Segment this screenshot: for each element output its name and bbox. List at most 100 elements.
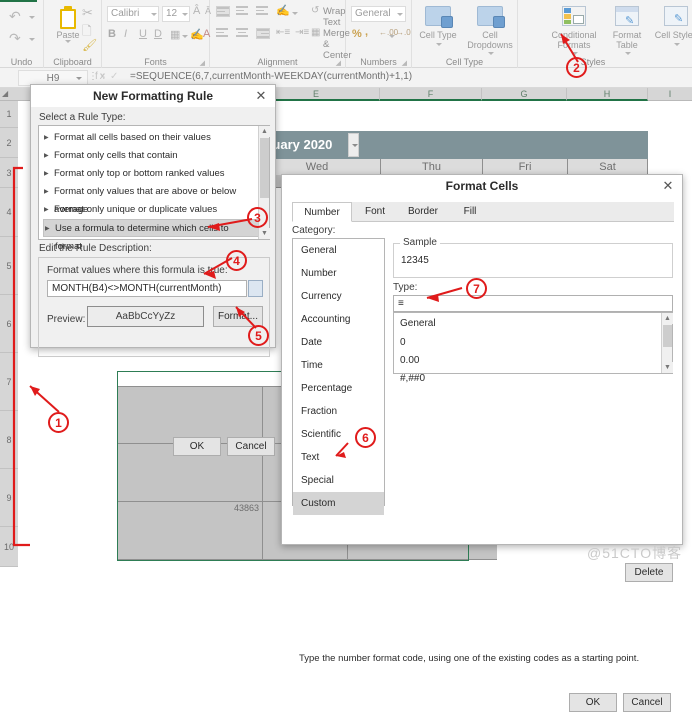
category-option-accounting[interactable]: Accounting	[293, 308, 384, 331]
cell-dropdowns-label-2[interactable]: Dropdowns	[464, 40, 516, 50]
align-right-icon[interactable]	[256, 28, 270, 39]
conditional-formats-dropdown-icon[interactable]	[572, 52, 578, 55]
scroll-thumb[interactable]	[260, 138, 269, 198]
fill-color-icon[interactable]: ✍	[190, 28, 204, 41]
paste-dropdown-icon[interactable]	[65, 40, 71, 43]
undo-icon[interactable]: ↶	[9, 8, 21, 25]
category-list[interactable]: General Number Currency Accounting Date …	[292, 238, 385, 515]
scroll-up-icon[interactable]: ▲	[662, 313, 673, 324]
calendar-month-dropdown-icon[interactable]	[348, 133, 359, 157]
format-table-dropdown-icon[interactable]	[625, 52, 631, 55]
percent-style-button[interactable]: %	[352, 28, 362, 40]
rule-type-option-1[interactable]: Format only cells that contain	[43, 147, 259, 165]
formula-input[interactable]: MONTH(B4)<>MONTH(currentMonth)	[47, 280, 247, 297]
merge-center-icon[interactable]: ▦	[311, 27, 320, 38]
category-option-special[interactable]: Special	[293, 469, 384, 492]
undo-dropdown-icon[interactable]	[29, 16, 35, 19]
tab-fill[interactable]: Fill	[448, 202, 492, 222]
rule-type-option-2[interactable]: Format only top or bottom ranked values	[43, 165, 259, 183]
scroll-down-icon[interactable]: ▼	[259, 228, 270, 239]
row-header-9[interactable]: 9	[0, 469, 18, 527]
category-option-fraction[interactable]: Fraction	[293, 400, 384, 423]
font-size-dropdown-icon[interactable]	[182, 13, 188, 16]
align-middle-icon[interactable]	[236, 6, 250, 17]
cell-styles-dropdown-icon[interactable]	[674, 43, 680, 46]
font-name-dropdown-icon[interactable]	[151, 13, 157, 16]
category-option-number[interactable]: Number	[293, 262, 384, 285]
rule-type-option-5[interactable]: Use a formula to determine which cells t…	[43, 219, 259, 252]
row-header-7[interactable]: 7	[0, 353, 18, 411]
format-table-label-1[interactable]: Format	[601, 30, 653, 40]
rule-type-option-0[interactable]: Format all cells based on their values	[43, 129, 259, 147]
conditional-formats-label-2[interactable]: Formats	[546, 40, 602, 50]
cancel-button[interactable]: Cancel	[227, 437, 275, 456]
select-all-icon[interactable]: ◢	[2, 89, 8, 98]
confirm-formula-icon[interactable]: ✓	[110, 71, 118, 82]
cell-dropdowns-label-1[interactable]: Cell	[464, 30, 516, 40]
cell-type-dropdown-icon[interactable]	[436, 43, 442, 46]
rule-type-option-4[interactable]: Format only unique or duplicate values	[43, 201, 259, 219]
type-list[interactable]: General 0 0.00 #,##0 ▲ ▼	[393, 312, 673, 384]
format-table-icon[interactable]: ✎	[615, 6, 639, 27]
type-option-thousands[interactable]: #,##0	[400, 373, 425, 384]
calendar-body-cell[interactable]: 43863	[118, 502, 263, 560]
align-left-icon[interactable]	[216, 28, 230, 39]
row-header-8[interactable]: 8	[0, 411, 18, 469]
cut-scissors-icon[interactable]: ✂	[82, 5, 93, 21]
conditional-formats-label-1[interactable]: Conditional	[546, 30, 602, 40]
align-top-icon[interactable]	[216, 6, 230, 17]
cell-dropdowns-icon[interactable]	[477, 6, 505, 28]
category-option-time[interactable]: Time	[293, 354, 384, 377]
decrease-decimal-icon[interactable]: →.0	[396, 28, 411, 37]
insert-function-icon[interactable]: fx	[95, 71, 107, 82]
cell-styles-label[interactable]: Cell Styles	[650, 30, 692, 40]
column-header-F[interactable]: F	[380, 88, 482, 101]
cancel-button[interactable]: Cancel	[623, 693, 671, 712]
orientation-icon[interactable]: ✍	[276, 4, 290, 17]
double-underline-button[interactable]: D	[154, 28, 162, 40]
increase-indent-icon[interactable]: ⇥≡	[295, 27, 309, 38]
increase-font-size-icon[interactable]: Â	[193, 5, 200, 17]
orientation-dropdown-icon[interactable]	[292, 12, 298, 15]
row-header-4[interactable]: 4	[0, 188, 18, 237]
bold-button[interactable]: B	[108, 28, 116, 40]
row-header-3[interactable]: 3	[0, 158, 18, 188]
paste-icon[interactable]	[58, 6, 78, 30]
comma-style-button[interactable]: ,	[365, 26, 368, 38]
category-option-text[interactable]: Text	[293, 446, 384, 469]
category-option-date[interactable]: Date	[293, 331, 384, 354]
column-header-H[interactable]: H	[567, 88, 648, 101]
category-option-custom[interactable]: Custom	[293, 492, 384, 515]
type-option-0[interactable]: 0	[400, 337, 406, 348]
decrease-indent-icon[interactable]: ⇤≡	[276, 27, 290, 38]
name-box-dropdown-icon[interactable]	[76, 77, 82, 80]
scroll-up-icon[interactable]: ▲	[259, 126, 270, 137]
scroll-down-icon[interactable]: ▼	[662, 362, 673, 373]
redo-dropdown-icon[interactable]	[29, 38, 35, 41]
format-painter-icon[interactable]: 🖌	[82, 38, 97, 52]
type-list-scrollbar[interactable]: ▲ ▼	[661, 313, 673, 373]
cell-type-icon[interactable]	[425, 6, 453, 28]
tab-border[interactable]: Border	[398, 202, 448, 222]
type-option-general[interactable]: General	[400, 318, 436, 329]
row-header-10[interactable]: 10	[0, 527, 18, 567]
row-header-5[interactable]: 5	[0, 237, 18, 295]
borders-dropdown-icon[interactable]	[182, 35, 188, 38]
conditional-formats-icon[interactable]	[562, 6, 586, 26]
row-header-2[interactable]: 2	[0, 128, 18, 158]
category-option-percentage[interactable]: Percentage	[293, 377, 384, 400]
close-icon[interactable]: ✕	[660, 178, 676, 194]
category-option-general[interactable]: General	[293, 239, 384, 262]
format-table-label-2[interactable]: Table	[601, 40, 653, 50]
format-button[interactable]: Format...	[213, 306, 263, 327]
formula-input[interactable]: =SEQUENCE(6,7,currentMonth-WEEKDAY(curre…	[130, 71, 412, 82]
category-option-currency[interactable]: Currency	[293, 285, 384, 308]
calendar-body-cell[interactable]	[118, 386, 263, 444]
column-header-I[interactable]: I	[648, 88, 692, 101]
underline-button[interactable]: U	[139, 28, 147, 40]
number-format-dropdown-icon[interactable]	[397, 13, 403, 16]
alignment-dialog-launcher-icon[interactable]: ◢	[336, 59, 341, 67]
delete-button[interactable]: Delete	[625, 563, 673, 582]
tab-font[interactable]: Font	[352, 202, 398, 222]
wrap-text-label[interactable]: Wrap Text	[323, 6, 346, 28]
